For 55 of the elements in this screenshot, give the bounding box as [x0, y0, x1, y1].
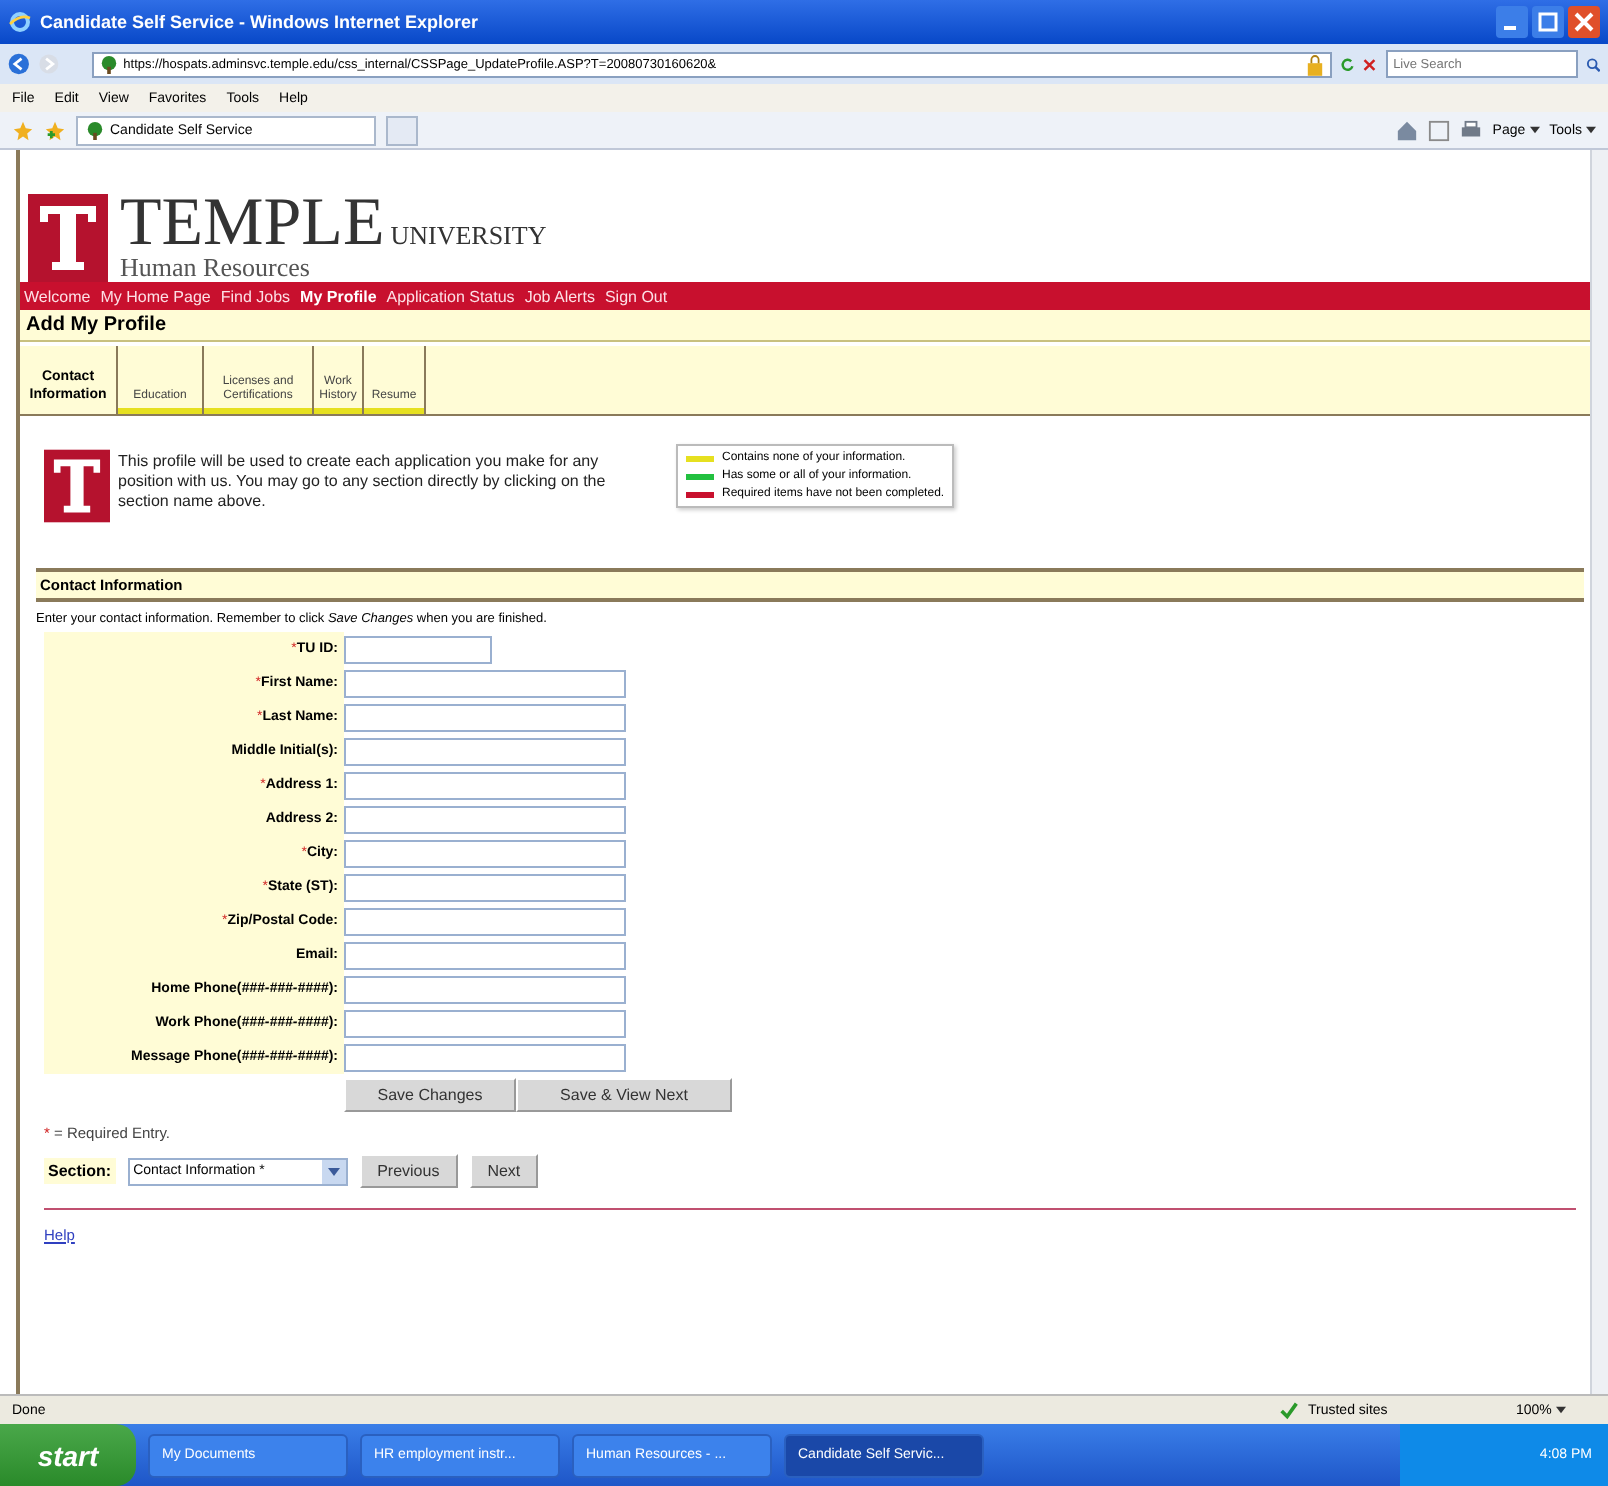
caret-icon [1529, 126, 1540, 134]
search-icon[interactable] [1585, 53, 1601, 75]
nav-link[interactable]: Find Jobs [220, 287, 291, 305]
window-title: Candidate Self Service - Windows Internet Explorer [40, 12, 478, 32]
nav-link[interactable]: Sign Out [604, 287, 668, 305]
input-field[interactable] [344, 635, 492, 663]
maximize-icon[interactable] [1532, 6, 1564, 38]
refresh-icon[interactable] [1339, 53, 1355, 75]
brand-suffix: UNIVERSITY [390, 220, 547, 252]
add-favorite-icon[interactable] [44, 119, 66, 141]
printer-icon[interactable] [1460, 119, 1483, 141]
scrollbar[interactable] [1590, 150, 1608, 1394]
browser-icon [8, 10, 32, 34]
department-name: Human Resources [120, 254, 312, 282]
section-nav-button[interactable]: Previous [359, 1154, 458, 1188]
input-field[interactable] [344, 1009, 626, 1037]
stop-icon[interactable] [1362, 53, 1378, 75]
nav-link[interactable]: My Profile [300, 287, 377, 305]
home-icon[interactable] [1396, 119, 1419, 141]
intro-text: This profile will be used to create each application you make for any position with us. You may go to any section directly by clicking on the section name above. [118, 452, 608, 512]
input-field[interactable] [344, 839, 626, 867]
new-tab-button[interactable] [386, 115, 418, 145]
start-button[interactable]: start [0, 1424, 136, 1486]
input-field[interactable] [344, 1043, 626, 1071]
input-field[interactable] [344, 941, 626, 969]
minimize-icon[interactable] [1496, 6, 1528, 38]
page-title: Add My Profile [20, 310, 1590, 342]
nav-link[interactable]: My Home Page [100, 287, 211, 305]
nav-link[interactable]: Job Alerts [524, 287, 595, 305]
input-field[interactable] [344, 873, 626, 901]
tree-icon [99, 55, 118, 73]
checkmark-icon [1278, 1399, 1300, 1421]
brand-name: TEMPLE [120, 194, 385, 254]
back-icon[interactable] [8, 48, 30, 80]
input-field[interactable] [344, 805, 626, 833]
section-nav-button[interactable]: Next [469, 1154, 539, 1188]
section-label: Section: [44, 1158, 116, 1184]
tree-icon [86, 121, 104, 139]
university-logo-icon [44, 448, 110, 524]
lock-icon [1305, 53, 1324, 75]
close-icon[interactable] [1568, 6, 1600, 38]
input-field[interactable] [344, 737, 626, 765]
caret-icon [1555, 1406, 1566, 1414]
university-logo-icon [28, 194, 108, 282]
star-icon[interactable] [12, 119, 34, 141]
input-field[interactable] [344, 907, 626, 935]
nav-link[interactable]: Welcome [24, 287, 91, 305]
form-button[interactable]: Save Changes [344, 1078, 516, 1112]
input-field[interactable] [344, 703, 626, 731]
nav-link[interactable]: Application Status [386, 287, 515, 305]
input-field[interactable] [344, 975, 626, 1003]
caret-icon [1586, 126, 1596, 134]
input-field[interactable] [344, 669, 626, 697]
form-button[interactable]: Save & View Next [516, 1078, 732, 1112]
input-field[interactable] [344, 771, 626, 799]
